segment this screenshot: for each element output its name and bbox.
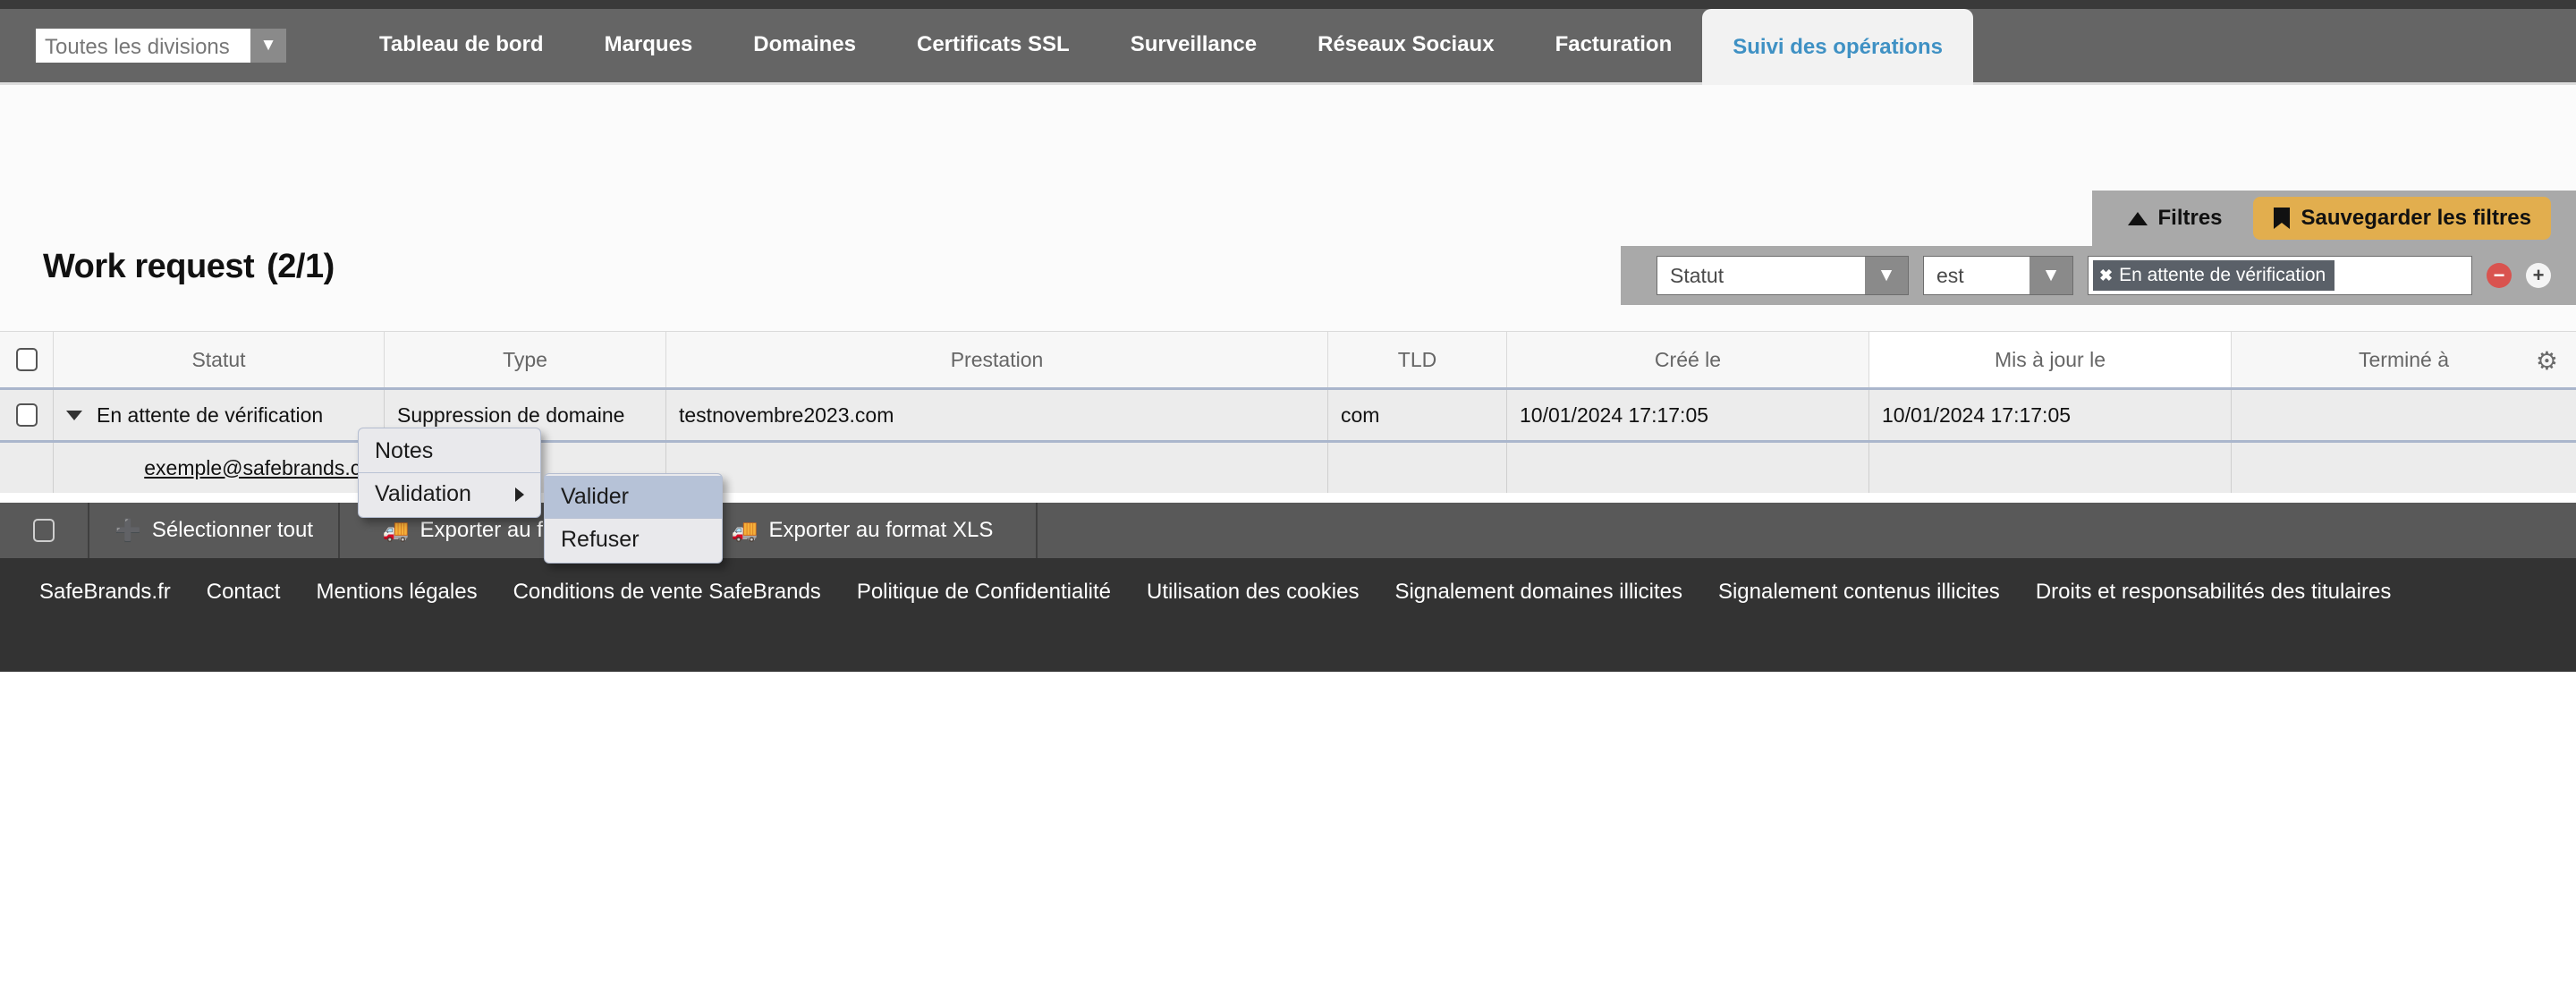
nav-item-surveillance[interactable]: Surveillance (1100, 32, 1287, 82)
select-all-header-cell[interactable] (0, 332, 54, 387)
page-title-count: (2/1) (267, 248, 335, 285)
nav-item-suivi-des-operations[interactable]: Suivi des opérations (1702, 9, 1973, 85)
row-checkbox-cell[interactable] (0, 390, 54, 440)
nav-item-reseaux-sociaux[interactable]: Réseaux Sociaux (1287, 32, 1524, 82)
filter-field-value: Statut (1657, 257, 1865, 294)
export-xls-label-2: Exporter au format XLS (769, 518, 994, 543)
checkbox-icon[interactable] (16, 403, 38, 427)
save-filters-button[interactable]: Sauvegarder les filtres (2253, 197, 2551, 240)
close-icon[interactable]: ✖ (2099, 267, 2113, 285)
select-all-button[interactable]: ➕ Sélectionner tout (89, 503, 340, 558)
footer-link-droits-responsabilites[interactable]: Droits et responsabilités des titulaires (2036, 580, 2392, 605)
filter-operator-select[interactable]: est ▼ (1923, 256, 2073, 295)
division-selector-value: Toutes les divisions (36, 29, 250, 63)
page-content: Filtres Sauvegarder les filtres Statut ▼… (0, 85, 2576, 452)
caret-right-icon (515, 487, 524, 502)
nav-item-domaines[interactable]: Domaines (723, 32, 886, 82)
column-header-cree-le[interactable]: Créé le (1507, 332, 1869, 387)
column-header-termine-a[interactable]: Terminé à (2232, 332, 2576, 387)
row-cell-mis-a-jour-le: 10/01/2024 17:17:05 (1869, 390, 2232, 440)
nav-item-tableau-de-bord[interactable]: Tableau de bord (349, 32, 574, 82)
filters-toggle-label: Filtres (2158, 206, 2223, 231)
minus-circle-icon[interactable]: − (2487, 263, 2512, 288)
column-header-tld[interactable]: TLD (1328, 332, 1507, 387)
detail-email-cell: exemple@safebrands.co (54, 443, 385, 493)
chevron-down-icon: ▼ (2029, 257, 2072, 294)
truck-icon: 🚚 (383, 518, 410, 544)
top-strip (0, 0, 2576, 9)
caret-down-icon[interactable] (66, 411, 82, 420)
filter-value-input[interactable]: ✖ En attente de vérification (2088, 256, 2472, 295)
filter-value-tag-label: En attente de vérification (2119, 265, 2326, 286)
page-title: Work request (2/1) (43, 248, 335, 286)
detail-spacer-cell-4 (1328, 443, 1507, 493)
main-navigation: Toutes les divisions ▼ Tableau de bord M… (0, 9, 2576, 85)
row-cell-statut: En attente de vérification (54, 390, 385, 440)
footer-link-signalement-domaines[interactable]: Signalement domaines illicites (1394, 580, 1682, 605)
toolbar-filler (1038, 503, 2576, 558)
page-footer: SafeBrands.fr Contact Mentions légales C… (0, 558, 2576, 672)
plus-circle-icon[interactable]: + (2526, 263, 2551, 288)
select-all-label: Sélectionner tout (152, 518, 313, 543)
submenu-item-refuser-label: Refuser (561, 527, 640, 553)
column-header-type[interactable]: Type (385, 332, 666, 387)
detail-spacer-cell (0, 443, 54, 493)
context-menu-item-validation[interactable]: Validation (359, 472, 540, 515)
triangle-up-icon (2128, 212, 2148, 225)
detail-email-link[interactable]: exemple@safebrands.co (144, 456, 372, 480)
detail-spacer-cell-5 (1507, 443, 1869, 493)
footer-link-safebrands-fr[interactable]: SafeBrands.fr (39, 580, 171, 605)
truck-icon: 🚚 (732, 518, 758, 544)
context-menu-item-notes-label: Notes (375, 438, 433, 464)
validation-submenu: Valider Refuser (544, 473, 723, 564)
bookmark-icon (2273, 207, 2291, 230)
nav-item-facturation[interactable]: Facturation (1525, 32, 1703, 82)
chevron-down-icon: ▼ (1865, 257, 1908, 294)
column-header-mis-a-jour-le[interactable]: Mis à jour le (1869, 332, 2232, 387)
filter-toolbar: Filtres Sauvegarder les filtres (2092, 191, 2576, 246)
filter-criteria-row: Statut ▼ est ▼ ✖ En attente de vérificat… (1621, 246, 2576, 305)
context-menu-item-validation-label: Validation (375, 481, 471, 507)
footer-link-list: SafeBrands.fr Contact Mentions légales C… (39, 580, 2454, 605)
nav-item-certificats-ssl[interactable]: Certificats SSL (886, 32, 1100, 82)
table-header-row: Statut Type Prestation TLD Créé le Mis à… (0, 331, 2576, 387)
division-selector[interactable]: Toutes les divisions ▼ (36, 29, 286, 63)
row-context-menu: Notes Validation (358, 428, 541, 518)
toolbar-select-checkbox[interactable] (0, 503, 89, 558)
row-cell-tld: com (1328, 390, 1507, 440)
footer-link-politique-confidentialite[interactable]: Politique de Confidentialité (857, 580, 1111, 605)
row-cell-termine-a (2232, 390, 2576, 440)
detail-spacer-cell-3 (666, 443, 1328, 493)
filters-toggle[interactable]: Filtres (2128, 206, 2223, 231)
context-menu-item-notes[interactable]: Notes (359, 430, 540, 472)
filter-field-select[interactable]: Statut ▼ (1657, 256, 1909, 295)
detail-spacer-cell-7 (2232, 443, 2576, 493)
submenu-item-refuser[interactable]: Refuser (545, 518, 722, 561)
checkbox-icon[interactable] (16, 348, 38, 371)
footer-link-mentions-legales[interactable]: Mentions légales (316, 580, 477, 605)
row-cell-prestation: testnovembre2023.com (666, 390, 1328, 440)
column-header-prestation[interactable]: Prestation (666, 332, 1328, 387)
footer-link-contact[interactable]: Contact (207, 580, 281, 605)
gear-icon[interactable]: ⚙ (2536, 346, 2558, 376)
footer-link-signalement-contenus[interactable]: Signalement contenus illicites (1718, 580, 2000, 605)
checkbox-icon[interactable] (33, 519, 55, 542)
page-title-text: Work request (43, 248, 254, 285)
submenu-item-valider-label: Valider (561, 484, 629, 510)
detail-spacer-cell-6 (1869, 443, 2232, 493)
plus-circle-icon: ➕ (114, 518, 141, 544)
row-cell-cree-le: 10/01/2024 17:17:05 (1507, 390, 1869, 440)
filter-value-tag[interactable]: ✖ En attente de vérification (2093, 260, 2334, 291)
chevron-down-icon: ▼ (250, 29, 286, 63)
row-statut-text: En attente de vérification (97, 403, 323, 428)
footer-link-utilisation-cookies[interactable]: Utilisation des cookies (1147, 580, 1359, 605)
export-xls-button-2[interactable]: 🚚 Exporter au format XLS (689, 503, 1038, 558)
column-header-statut[interactable]: Statut (54, 332, 385, 387)
submenu-item-valider[interactable]: Valider (545, 476, 722, 518)
footer-link-conditions-de-vente[interactable]: Conditions de vente SafeBrands (513, 580, 821, 605)
filter-operator-value: est (1924, 257, 2029, 294)
save-filters-label: Sauvegarder les filtres (2301, 206, 2531, 231)
nav-item-marques[interactable]: Marques (574, 32, 724, 82)
